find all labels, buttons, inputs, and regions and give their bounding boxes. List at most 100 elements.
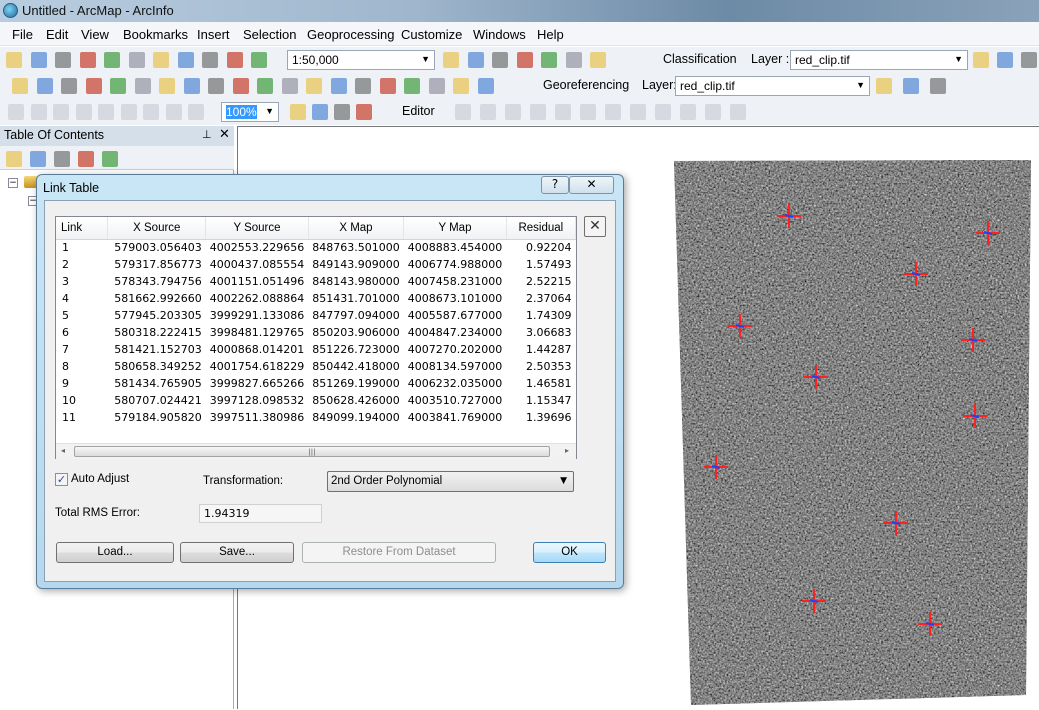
- sketch-tool-icon[interactable]: [530, 104, 546, 120]
- layout-zoom-out-icon[interactable]: [30, 104, 47, 120]
- python-window-icon[interactable]: [541, 52, 557, 68]
- focus-data-frame-icon[interactable]: [312, 104, 328, 120]
- select-elements-icon[interactable]: [257, 78, 273, 94]
- menu-windows[interactable]: Windows: [473, 27, 526, 42]
- pin-icon[interactable]: ⊥: [202, 128, 212, 141]
- menu-view[interactable]: View: [81, 27, 109, 42]
- column-header-residual[interactable]: Residual: [506, 217, 577, 240]
- menu-selection[interactable]: Selection: [243, 27, 296, 42]
- menu-help[interactable]: Help: [537, 27, 564, 42]
- straight-segment-icon[interactable]: [505, 104, 521, 120]
- add-data-icon[interactable]: [251, 52, 267, 68]
- clear-selection-icon[interactable]: [232, 78, 249, 94]
- open-folder-icon[interactable]: [30, 52, 47, 68]
- menu-edit[interactable]: Edit: [46, 27, 68, 42]
- sketch-properties-icon[interactable]: [705, 104, 721, 120]
- table-row[interactable]: 9 581434.765905 3999827.665266 851269.19900…: [56, 375, 576, 392]
- find-route-icon[interactable]: [404, 78, 420, 94]
- previous-extent-icon[interactable]: [165, 104, 182, 120]
- zoom-in-icon[interactable]: [12, 78, 28, 94]
- view-link-table-icon[interactable]: [930, 78, 946, 94]
- catalog-icon[interactable]: [492, 52, 508, 68]
- table-row[interactable]: 11 579184.905820 3997511.380986 849099.1940…: [56, 409, 576, 426]
- construction-points-icon[interactable]: [555, 104, 571, 120]
- data-driven-pages-icon[interactable]: [356, 104, 372, 120]
- edit-vertices-icon[interactable]: [730, 104, 746, 120]
- load-button[interactable]: Load...: [56, 542, 174, 563]
- scroll-left-icon[interactable]: ◂: [61, 446, 65, 455]
- add-control-points-icon[interactable]: [903, 78, 919, 94]
- classification-layer-select[interactable]: red_clip.tif ▼: [790, 50, 968, 70]
- fixed-zoom-out-layout-icon[interactable]: [143, 104, 159, 120]
- scroll-right-icon[interactable]: ▸: [565, 446, 569, 455]
- list-by-drawing-order-icon[interactable]: [6, 151, 22, 167]
- editor-menu[interactable]: Editor: [402, 104, 435, 118]
- envelope-icon[interactable]: [1021, 52, 1037, 68]
- fixed-zoom-in-icon[interactable]: [110, 78, 126, 94]
- list-by-visibility-icon[interactable]: [54, 151, 70, 167]
- symbology-icon[interactable]: [973, 52, 989, 68]
- magnifier-window-icon[interactable]: [477, 78, 494, 94]
- table-of-contents-icon[interactable]: [467, 52, 484, 68]
- menu-bookmarks[interactable]: Bookmarks: [123, 27, 188, 42]
- save-button[interactable]: Save...: [180, 542, 294, 563]
- arcmap-app-icon[interactable]: [3, 3, 18, 18]
- clear-icon[interactable]: [997, 52, 1013, 68]
- help-button[interactable]: ?: [541, 176, 569, 194]
- restore-from-dataset-button[interactable]: Restore From Dataset: [302, 542, 496, 563]
- change-layout-icon[interactable]: [334, 104, 350, 120]
- reshape-icon[interactable]: [655, 104, 671, 120]
- auto-adjust-checkbox[interactable]: ✓: [55, 473, 68, 486]
- transformation-select[interactable]: 2nd Order Polynomial ▼: [327, 471, 574, 492]
- select-features-icon[interactable]: [208, 78, 224, 94]
- identify-icon[interactable]: [281, 78, 298, 94]
- table-row[interactable]: 1 579003.056403 4002553.229656 848763.50100…: [56, 239, 576, 256]
- toggle-draft-mode-icon[interactable]: [290, 104, 306, 120]
- table-row[interactable]: 5 577945.203305 3999291.133086 847797.09400…: [56, 307, 576, 324]
- new-document-icon[interactable]: [6, 52, 22, 68]
- split-tool-icon[interactable]: [605, 104, 621, 120]
- pan-hand-icon[interactable]: [61, 78, 77, 94]
- menu-customize[interactable]: Customize: [401, 27, 462, 42]
- fixed-zoom-out-icon[interactable]: [134, 78, 151, 94]
- measure-icon[interactable]: [355, 78, 371, 94]
- undo-icon[interactable]: [202, 52, 218, 68]
- back-arrow-icon[interactable]: [159, 78, 175, 94]
- layout-zoom-in-icon[interactable]: [8, 104, 24, 120]
- close-panel-icon[interactable]: ✕: [219, 127, 230, 142]
- full-extent-globe-icon[interactable]: [85, 78, 102, 94]
- horizontal-scrollbar[interactable]: ◂ ||| ▸: [56, 443, 576, 459]
- whats-this-help-icon[interactable]: [590, 52, 606, 68]
- georeferencing-menu[interactable]: Georeferencing: [543, 78, 629, 92]
- table-row[interactable]: 6 580318.222415 3998481.129765 850203.90600…: [56, 324, 576, 341]
- list-by-source-icon[interactable]: [30, 151, 46, 167]
- menu-geoprocessing[interactable]: Geoprocessing: [307, 27, 394, 42]
- table-row[interactable]: 10 580707.024421 3997128.098532 850628.4260…: [56, 392, 576, 409]
- edit-annotation-icon[interactable]: [480, 104, 496, 120]
- column-header-y-map[interactable]: Y Map: [403, 217, 507, 240]
- zoom-out-icon[interactable]: [36, 78, 53, 94]
- attributes-icon[interactable]: [680, 104, 696, 120]
- options-icon[interactable]: [102, 151, 118, 167]
- paste-icon[interactable]: [153, 52, 169, 68]
- georeferencing-layer-select[interactable]: red_clip.tif ▼: [675, 76, 870, 96]
- rotate-icon[interactable]: [876, 78, 892, 94]
- table-row[interactable]: 8 580658.349252 4001754.618229 850442.41800…: [56, 358, 576, 375]
- zoom-whole-page-icon[interactable]: [75, 104, 92, 120]
- table-row[interactable]: 7 581421.152703 4000868.014201 851226.72300…: [56, 341, 576, 358]
- classification-menu[interactable]: Classification: [663, 52, 737, 66]
- print-icon[interactable]: [79, 52, 96, 68]
- close-dialog-button[interactable]: ✕: [569, 176, 614, 194]
- arctoolbox-icon[interactable]: [516, 52, 533, 68]
- zoom-100-icon[interactable]: [98, 104, 114, 120]
- hyperlink-icon[interactable]: [306, 78, 322, 94]
- menu-insert[interactable]: Insert: [197, 27, 230, 42]
- delete-icon[interactable]: [177, 52, 194, 68]
- collapse-layers-icon[interactable]: −: [8, 178, 18, 188]
- list-by-selection-icon[interactable]: [78, 151, 94, 167]
- find-binoculars-icon[interactable]: [379, 78, 396, 94]
- cut-icon[interactable]: [104, 52, 120, 68]
- column-header-link[interactable]: Link: [56, 217, 109, 240]
- edit-tool-icon[interactable]: [455, 104, 471, 120]
- save-icon[interactable]: [55, 52, 71, 68]
